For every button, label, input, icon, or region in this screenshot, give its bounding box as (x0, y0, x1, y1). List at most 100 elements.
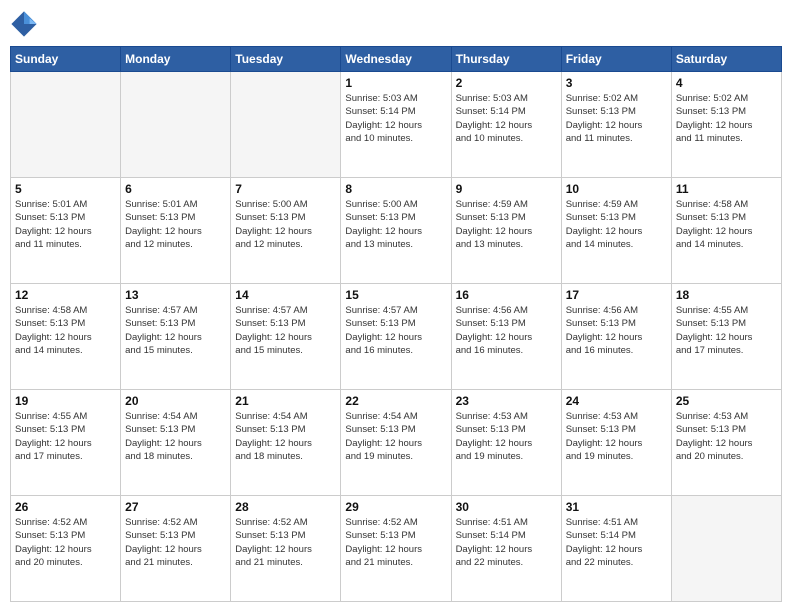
day-cell: 2Sunrise: 5:03 AM Sunset: 5:14 PM Daylig… (451, 72, 561, 178)
day-header-saturday: Saturday (671, 47, 781, 72)
day-info: Sunrise: 4:52 AM Sunset: 5:13 PM Dayligh… (235, 516, 336, 569)
day-cell: 5 Sunrise: 5:01 AM Sunset: 5:13 PM Daylig… (11, 178, 121, 284)
day-number: 5 (15, 182, 116, 196)
day-info: Sunrise: 5:01 AM Sunset: 5:13 PM Dayligh… (15, 198, 116, 251)
day-header-monday: Monday (121, 47, 231, 72)
day-header-thursday: Thursday (451, 47, 561, 72)
day-info: Sunrise: 4:59 AM Sunset: 5:13 PM Dayligh… (566, 198, 667, 251)
day-number: 9 (456, 182, 557, 196)
day-cell: 6 Sunrise: 5:01 AM Sunset: 5:13 PM Daylig… (121, 178, 231, 284)
day-info: Sunrise: 5:03 AM Sunset: 5:14 PM Dayligh… (345, 92, 446, 145)
day-info: Sunrise: 5:02 AM Sunset: 5:13 PM Dayligh… (566, 92, 667, 145)
day-number: 1 (345, 76, 446, 90)
day-cell: 21 Sunrise: 4:54 AM Sunset: 5:13 PM Dayli… (231, 390, 341, 496)
day-number: 19 (15, 394, 116, 408)
day-info: Sunrise: 5:01 AM Sunset: 5:13 PM Dayligh… (125, 198, 226, 251)
week-row-3: 12Sunrise: 4:58 AM Sunset: 5:13 PM Dayli… (11, 284, 782, 390)
day-cell: 13 Sunrise: 4:57 AM Sunset: 5:13 PM Dayli… (121, 284, 231, 390)
week-row-4: 19 Sunrise: 4:55 AM Sunset: 5:13 PM Dayli… (11, 390, 782, 496)
day-info: Sunrise: 4:54 AM Sunset: 5:13 PM Dayligh… (345, 410, 446, 463)
day-number: 25 (676, 394, 777, 408)
day-number: 14 (235, 288, 336, 302)
day-cell: 29 Sunrise: 4:52 AM Sunset: 5:13 PM Dayli… (341, 496, 451, 602)
day-cell: 25 Sunrise: 4:53 AM Sunset: 5:13 PM Dayli… (671, 390, 781, 496)
week-row-2: 5 Sunrise: 5:01 AM Sunset: 5:13 PM Daylig… (11, 178, 782, 284)
day-info: Sunrise: 4:58 AM Sunset: 5:13 PM Dayligh… (676, 198, 777, 251)
day-number: 20 (125, 394, 226, 408)
day-info: Sunrise: 5:00 AM Sunset: 5:13 PM Dayligh… (345, 198, 446, 251)
day-number: 16 (456, 288, 557, 302)
week-row-1: 1 Sunrise: 5:03 AM Sunset: 5:14 PM Daylig… (11, 72, 782, 178)
day-cell: 22 Sunrise: 4:54 AM Sunset: 5:13 PM Dayli… (341, 390, 451, 496)
day-cell: 20 Sunrise: 4:54 AM Sunset: 5:13 PM Dayli… (121, 390, 231, 496)
day-info: Sunrise: 4:52 AM Sunset: 5:13 PM Dayligh… (125, 516, 226, 569)
day-number: 8 (345, 182, 446, 196)
day-number: 7 (235, 182, 336, 196)
day-cell: 3Sunrise: 5:02 AM Sunset: 5:13 PM Daylig… (561, 72, 671, 178)
day-cell (671, 496, 781, 602)
day-number: 17 (566, 288, 667, 302)
header-row: SundayMondayTuesdayWednesdayThursdayFrid… (11, 47, 782, 72)
day-number: 11 (676, 182, 777, 196)
day-number: 22 (345, 394, 446, 408)
day-info: Sunrise: 4:55 AM Sunset: 5:13 PM Dayligh… (676, 304, 777, 357)
day-cell: 26Sunrise: 4:52 AM Sunset: 5:13 PM Dayli… (11, 496, 121, 602)
day-number: 31 (566, 500, 667, 514)
header (10, 10, 782, 38)
day-header-wednesday: Wednesday (341, 47, 451, 72)
day-cell: 11 Sunrise: 4:58 AM Sunset: 5:13 PM Dayli… (671, 178, 781, 284)
day-cell: 27Sunrise: 4:52 AM Sunset: 5:13 PM Dayli… (121, 496, 231, 602)
day-info: Sunrise: 4:57 AM Sunset: 5:13 PM Dayligh… (235, 304, 336, 357)
day-cell: 24Sunrise: 4:53 AM Sunset: 5:13 PM Dayli… (561, 390, 671, 496)
day-info: Sunrise: 4:57 AM Sunset: 5:13 PM Dayligh… (345, 304, 446, 357)
day-info: Sunrise: 4:51 AM Sunset: 5:14 PM Dayligh… (566, 516, 667, 569)
day-info: Sunrise: 5:02 AM Sunset: 5:13 PM Dayligh… (676, 92, 777, 145)
day-cell: 17 Sunrise: 4:56 AM Sunset: 5:13 PM Dayli… (561, 284, 671, 390)
day-cell: 18Sunrise: 4:55 AM Sunset: 5:13 PM Dayli… (671, 284, 781, 390)
day-number: 6 (125, 182, 226, 196)
day-cell: 14 Sunrise: 4:57 AM Sunset: 5:13 PM Dayli… (231, 284, 341, 390)
day-info: Sunrise: 5:00 AM Sunset: 5:13 PM Dayligh… (235, 198, 336, 251)
day-info: Sunrise: 4:54 AM Sunset: 5:13 PM Dayligh… (235, 410, 336, 463)
day-info: Sunrise: 4:52 AM Sunset: 5:13 PM Dayligh… (345, 516, 446, 569)
day-cell: 15 Sunrise: 4:57 AM Sunset: 5:13 PM Dayli… (341, 284, 451, 390)
day-info: Sunrise: 4:52 AM Sunset: 5:13 PM Dayligh… (15, 516, 116, 569)
day-number: 24 (566, 394, 667, 408)
day-number: 12 (15, 288, 116, 302)
day-cell (121, 72, 231, 178)
day-number: 2 (456, 76, 557, 90)
page: SundayMondayTuesdayWednesdayThursdayFrid… (0, 0, 792, 612)
logo (10, 10, 42, 38)
day-info: Sunrise: 4:57 AM Sunset: 5:13 PM Dayligh… (125, 304, 226, 357)
day-cell: 10 Sunrise: 4:59 AM Sunset: 5:13 PM Dayli… (561, 178, 671, 284)
day-info: Sunrise: 4:55 AM Sunset: 5:13 PM Dayligh… (15, 410, 116, 463)
day-info: Sunrise: 4:54 AM Sunset: 5:13 PM Dayligh… (125, 410, 226, 463)
week-row-5: 26Sunrise: 4:52 AM Sunset: 5:13 PM Dayli… (11, 496, 782, 602)
day-number: 23 (456, 394, 557, 408)
day-number: 15 (345, 288, 446, 302)
day-number: 21 (235, 394, 336, 408)
day-info: Sunrise: 4:53 AM Sunset: 5:13 PM Dayligh… (676, 410, 777, 463)
day-cell: 1 Sunrise: 5:03 AM Sunset: 5:14 PM Daylig… (341, 72, 451, 178)
day-info: Sunrise: 4:59 AM Sunset: 5:13 PM Dayligh… (456, 198, 557, 251)
day-header-friday: Friday (561, 47, 671, 72)
day-cell: 23Sunrise: 4:53 AM Sunset: 5:13 PM Dayli… (451, 390, 561, 496)
day-cell: 16Sunrise: 4:56 AM Sunset: 5:13 PM Dayli… (451, 284, 561, 390)
day-number: 29 (345, 500, 446, 514)
day-info: Sunrise: 4:56 AM Sunset: 5:13 PM Dayligh… (566, 304, 667, 357)
day-number: 10 (566, 182, 667, 196)
day-cell (231, 72, 341, 178)
day-number: 13 (125, 288, 226, 302)
day-cell: 31 Sunrise: 4:51 AM Sunset: 5:14 PM Dayli… (561, 496, 671, 602)
day-info: Sunrise: 4:51 AM Sunset: 5:14 PM Dayligh… (456, 516, 557, 569)
day-number: 30 (456, 500, 557, 514)
day-cell: 7 Sunrise: 5:00 AM Sunset: 5:13 PM Daylig… (231, 178, 341, 284)
calendar-table: SundayMondayTuesdayWednesdayThursdayFrid… (10, 46, 782, 602)
day-cell (11, 72, 121, 178)
day-header-tuesday: Tuesday (231, 47, 341, 72)
day-number: 4 (676, 76, 777, 90)
day-cell: 4 Sunrise: 5:02 AM Sunset: 5:13 PM Daylig… (671, 72, 781, 178)
day-cell: 30 Sunrise: 4:51 AM Sunset: 5:14 PM Dayli… (451, 496, 561, 602)
day-cell: 19 Sunrise: 4:55 AM Sunset: 5:13 PM Dayli… (11, 390, 121, 496)
day-cell: 28Sunrise: 4:52 AM Sunset: 5:13 PM Dayli… (231, 496, 341, 602)
